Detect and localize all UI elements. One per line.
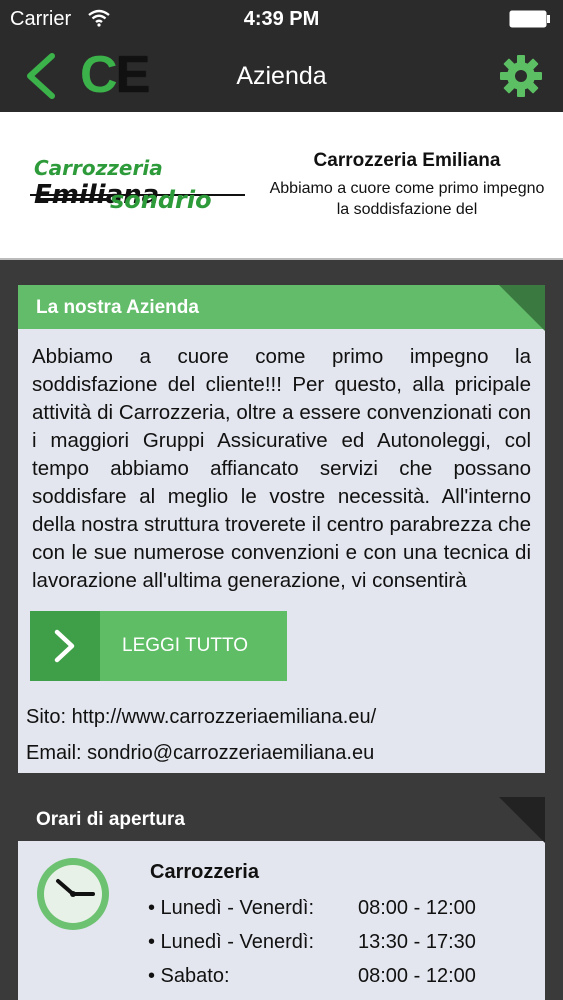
- hours-day: • Sabato:: [148, 965, 230, 987]
- status-bar: Carrier 4:39 PM: [0, 0, 563, 38]
- read-more-arrow-box: [30, 611, 100, 681]
- read-more-label: LEGGI TUTTO: [122, 635, 248, 656]
- header-corner-fold: [499, 285, 545, 331]
- battery-icon: [509, 10, 550, 28]
- hours-day: • Lunedì - Venerdì:: [148, 931, 315, 953]
- brand-logo: Carrozzeria Emiliana sondrio: [30, 156, 250, 226]
- company-tagline: Abbiamo a cuore come primo impegno la so…: [269, 180, 545, 218]
- brand-logo-city: sondrio: [110, 186, 212, 214]
- opening-hours-title: Orari di apertura: [36, 809, 185, 830]
- about-text: Abbiamo a cuore come primo impegno la so…: [32, 345, 531, 592]
- website-link[interactable]: Sito: http://www.carrozzeriaemiliana.eu/: [26, 706, 376, 729]
- hours-row: • Sabato: 08:00 - 12:00: [148, 965, 518, 993]
- hours-day: • Lunedì - Venerdì:: [148, 897, 315, 919]
- about-section: La nostra Azienda Abbiamo a cuore come p…: [18, 285, 545, 773]
- about-section-title: La nostra Azienda: [36, 297, 199, 318]
- gear-icon[interactable]: [499, 54, 543, 98]
- page-title: Azienda: [236, 62, 327, 90]
- opening-hours-header: Orari di apertura: [18, 797, 545, 843]
- status-time: 4:39 PM: [243, 8, 320, 30]
- nav-bar: CE Azienda: [0, 38, 563, 112]
- hours-row: • Lunedì - Venerdì: 08:00 - 12:00: [148, 897, 518, 925]
- read-more-button[interactable]: LEGGI TUTTO: [30, 611, 287, 681]
- hours-row: • Lunedì - Venerdì: 13:30 - 17:30: [148, 931, 518, 959]
- company-name: Carrozzeria Emiliana: [313, 150, 501, 171]
- about-section-header: La nostra Azienda: [18, 285, 545, 331]
- email-link[interactable]: Email: sondrio@carrozzeriaemiliana.eu: [26, 742, 374, 765]
- opening-hours-section: Orari di apertura Carrozzeria • Lunedì -…: [18, 797, 545, 1000]
- hours-time: 08:00 - 12:00: [358, 897, 476, 919]
- brand-logo-prefix: Carrozzeria: [34, 156, 163, 180]
- clock-icon: [37, 858, 109, 930]
- chevron-right-icon: [54, 629, 75, 663]
- hours-time: 08:00 - 12:00: [358, 965, 476, 987]
- company-header-card: Carrozzeria Emiliana sondrio Carrozzeria…: [0, 112, 563, 260]
- hours-time: 13:30 - 17:30: [358, 931, 476, 953]
- hours-department-title: Carrozzeria: [150, 861, 259, 883]
- header-corner-fold: [499, 797, 545, 843]
